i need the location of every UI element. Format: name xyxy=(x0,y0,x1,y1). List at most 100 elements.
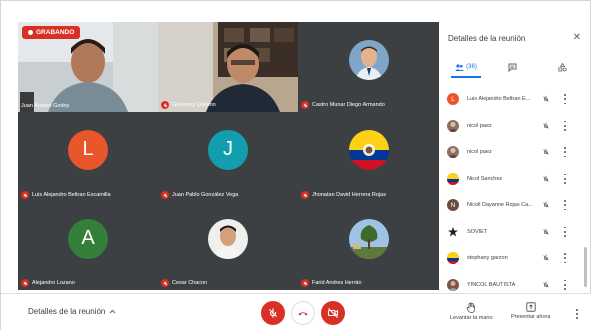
camera-toggle-button[interactable] xyxy=(321,301,345,325)
meeting-details-button[interactable]: Detalles de la reunión xyxy=(28,307,116,316)
participant-name: nicol paez xyxy=(467,122,492,129)
list-item[interactable]: Nicol Sanchez xyxy=(439,166,589,193)
mic-off-icon[interactable] xyxy=(542,254,550,262)
participant-name: Luis Alejandro Beltran E... xyxy=(467,96,531,103)
tile-name: Castro Munar Diego Armando xyxy=(301,101,385,109)
chevron-up-icon xyxy=(110,309,116,314)
present-icon xyxy=(526,302,536,312)
tile-name: Giovanny Quijano xyxy=(161,101,216,109)
video-tile[interactable]: Jhonatan David Herrera Rojas xyxy=(298,112,439,202)
recording-label: GRABANDO xyxy=(36,29,75,36)
hang-up-icon xyxy=(298,312,308,316)
participant-avatar xyxy=(447,278,459,291)
more-options-icon[interactable] xyxy=(561,173,569,184)
more-options-icon[interactable] xyxy=(561,147,569,158)
list-item[interactable]: SOVIET xyxy=(439,219,589,246)
video-tile[interactable]: L Luis Alejandro Beltran Escamilla xyxy=(18,112,158,202)
leave-call-button[interactable] xyxy=(291,301,315,325)
mic-off-icon[interactable] xyxy=(542,281,550,289)
participant-photo xyxy=(348,218,389,259)
mic-toggle-button[interactable] xyxy=(261,301,285,325)
tile-name: Alejandro Lozano xyxy=(21,279,75,287)
participant-video xyxy=(158,22,298,112)
participant-avatar: L xyxy=(447,93,459,106)
tile-name: Juan Pablo González Vega xyxy=(161,191,238,199)
tab-chat[interactable] xyxy=(503,58,521,76)
list-item[interactable]: N Nicoll Dayanne Rojas Ca... xyxy=(439,192,589,219)
hand-icon xyxy=(466,302,476,313)
camera-off-icon xyxy=(327,308,339,318)
tile-name: Cesar Chacon xyxy=(161,279,207,287)
mic-off-icon xyxy=(161,279,169,287)
more-options-icon[interactable] xyxy=(561,226,569,237)
mic-off-icon xyxy=(21,279,29,287)
tile-name: Farid Andres Herrán xyxy=(301,279,362,287)
mic-off-icon[interactable] xyxy=(542,148,550,156)
video-tile[interactable]: Cesar Chacon xyxy=(158,202,298,290)
mic-off-icon xyxy=(21,191,29,199)
list-item[interactable]: stephany garzon xyxy=(439,245,589,272)
video-grid: GRABANDO Juan Andres Godoy Giovanny Quij… xyxy=(18,22,439,290)
recording-badge: GRABANDO xyxy=(22,26,81,39)
tile-name: Jhonatan David Herrera Rojas xyxy=(301,191,386,199)
mic-off-icon[interactable] xyxy=(542,95,550,103)
close-icon[interactable]: ✕ xyxy=(573,32,581,43)
video-tile[interactable]: J Juan Pablo González Vega xyxy=(158,112,298,202)
video-tile[interactable]: Castro Munar Diego Armando xyxy=(298,22,439,112)
participant-photo xyxy=(208,218,248,259)
participant-avatar xyxy=(447,119,459,132)
video-tile[interactable]: Giovanny Quijano xyxy=(158,22,298,112)
more-options-icon[interactable] xyxy=(561,253,569,264)
mic-off-icon[interactable] xyxy=(542,175,550,183)
more-options-icon[interactable] xyxy=(561,120,569,131)
participant-name: Nicol Sanchez xyxy=(467,175,503,182)
list-item[interactable]: nicol paez xyxy=(439,113,589,140)
bottom-toolbar: Detalles de la reunión Levantar la mano … xyxy=(1,293,591,331)
raise-hand-button[interactable]: Levantar la mano xyxy=(450,302,493,321)
more-options-icon[interactable] xyxy=(561,94,569,105)
tab-activities[interactable] xyxy=(553,58,571,76)
tab-participants[interactable]: (36) xyxy=(451,58,481,76)
mic-off-icon xyxy=(161,191,169,199)
record-dot-icon xyxy=(28,30,33,35)
participant-list: L Luis Alejandro Beltran E... nicol paez… xyxy=(439,86,589,298)
participant-avatar xyxy=(447,252,459,265)
mic-off-icon[interactable] xyxy=(542,122,550,130)
more-options-icon[interactable] xyxy=(561,279,569,290)
mic-off-icon[interactable] xyxy=(542,201,550,209)
participant-photo xyxy=(348,39,389,80)
participant-avatar: A xyxy=(68,218,108,259)
list-item[interactable]: L Luis Alejandro Beltran E... xyxy=(439,86,589,113)
participant-name: stephany garzon xyxy=(467,255,508,262)
mic-off-icon xyxy=(301,279,309,287)
shapes-icon xyxy=(557,62,567,71)
participant-name: YINCOL BAUTISTA xyxy=(467,281,516,288)
participant-name: nicol paez xyxy=(467,149,492,156)
participant-avatar xyxy=(447,146,459,159)
video-tile[interactable]: A Alejandro Lozano xyxy=(18,202,158,290)
present-now-button[interactable]: Presentar ahora xyxy=(511,302,550,320)
mic-off-icon xyxy=(301,191,309,199)
participant-list-scrollbar[interactable] xyxy=(584,247,587,287)
tile-name: Juan Andres Godoy xyxy=(21,103,70,109)
meeting-details-panel: Detalles de la reunión ✕ (36) L Luis Ale… xyxy=(439,22,589,293)
chat-icon xyxy=(508,63,516,72)
mic-off-icon xyxy=(301,101,309,109)
mic-off-icon xyxy=(269,308,277,318)
participant-avatar xyxy=(447,172,459,185)
list-item[interactable]: nicol paez xyxy=(439,139,589,166)
panel-tabs: (36) xyxy=(439,58,589,78)
video-tile[interactable]: Farid Andres Herrán xyxy=(298,202,439,290)
participant-avatar: L xyxy=(68,129,108,170)
mic-off-icon[interactable] xyxy=(542,228,550,236)
people-icon xyxy=(455,63,465,71)
more-options-icon[interactable] xyxy=(573,309,581,319)
colombia-flag-avatar xyxy=(348,129,389,170)
soviet-emblem-icon xyxy=(447,225,459,238)
more-options-icon[interactable] xyxy=(561,200,569,211)
participant-name: SOVIET xyxy=(467,228,488,235)
active-tab-indicator xyxy=(451,76,481,78)
participant-name: Nicoll Dayanne Rojas Ca... xyxy=(467,202,533,209)
mic-off-icon xyxy=(161,101,169,109)
meet-window: GRABANDO Juan Andres Godoy Giovanny Quij… xyxy=(0,0,591,331)
